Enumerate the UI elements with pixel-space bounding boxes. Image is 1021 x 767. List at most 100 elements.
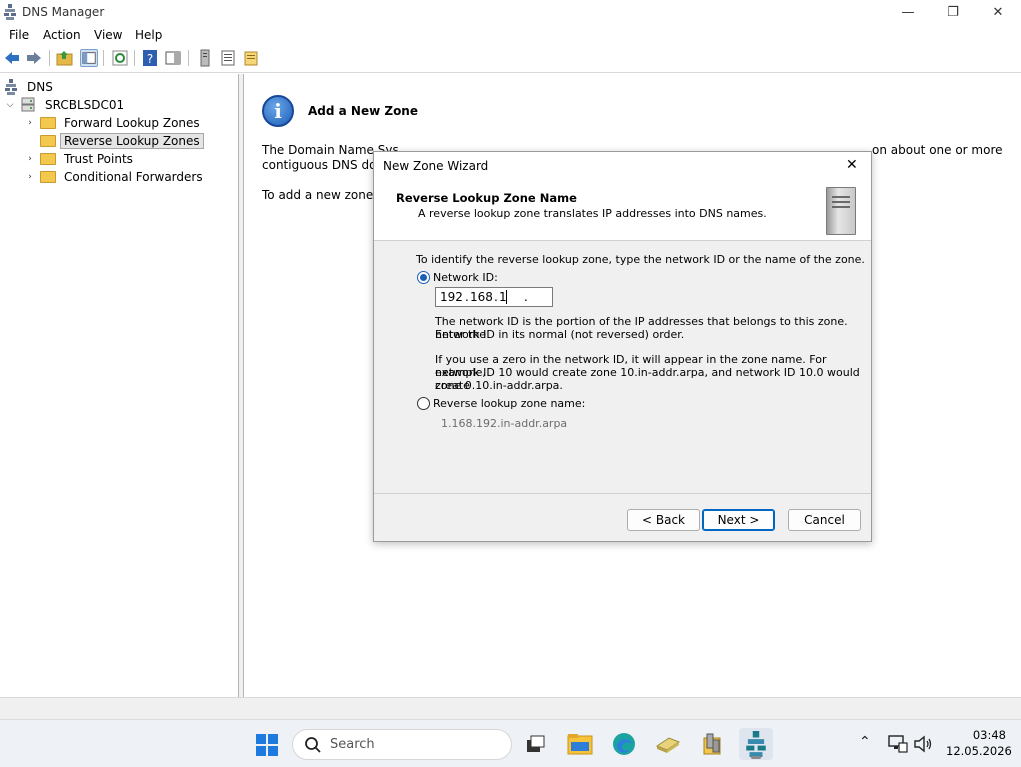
restore-button[interactable]: ❐	[930, 0, 976, 25]
refresh-icon[interactable]	[111, 49, 129, 67]
properties-icon[interactable]	[242, 49, 260, 67]
zone-name-radio[interactable]	[417, 397, 430, 410]
edge-browser-button[interactable]	[607, 728, 641, 760]
up-folder-icon[interactable]	[56, 49, 74, 67]
tree-item-server[interactable]: ⌵ SRCBLSDC01	[4, 96, 127, 114]
system-clock[interactable]: 03:48 12.05.2026	[946, 728, 1012, 758]
server-icon	[21, 97, 35, 112]
text-cursor	[506, 290, 507, 304]
network-id-label: Network ID:	[433, 271, 498, 284]
expand-chevron-down-icon[interactable]: ⌵	[4, 99, 16, 111]
back-arrow-icon[interactable]	[3, 49, 21, 67]
tree-item-reverse-lookup-zones[interactable]: Reverse Lookup Zones	[40, 132, 204, 150]
new-zone-wizard-dialog: New Zone Wizard ✕ Reverse Lookup Zone Na…	[373, 151, 872, 542]
admin-tools-button[interactable]	[695, 728, 729, 760]
tree-item-trust-points[interactable]: › Trust Points	[24, 150, 136, 168]
page-title: Add a New Zone	[308, 104, 418, 118]
dns-manager-icon	[746, 731, 766, 757]
back-button[interactable]: < Back	[627, 509, 700, 531]
administrative-tools-icon	[703, 733, 721, 755]
search-placeholder: Search	[330, 737, 375, 752]
next-button[interactable]: Next >	[702, 509, 775, 531]
close-button[interactable]: ✕	[975, 0, 1021, 25]
octet-separator: .	[465, 290, 469, 304]
tree-label: Trust Points	[64, 152, 133, 166]
zone-name-radio-option[interactable]: Reverse lookup zone name:	[417, 397, 585, 410]
toolbar-separator	[134, 50, 135, 66]
console-tree: DNS ⌵ SRCBLSDC01 › Forward Lookup Zones …	[0, 74, 239, 697]
wizard-body: To identify the reverse lookup zone, typ…	[374, 242, 871, 494]
expand-chevron-right-icon[interactable]: ›	[24, 117, 36, 129]
dns-manager-taskbar-button[interactable]	[739, 728, 773, 760]
tree-label-selected: Reverse Lookup Zones	[60, 133, 204, 149]
menu-help[interactable]: Help	[135, 28, 162, 42]
octet-separator: .	[524, 290, 528, 304]
tree-item-forward-lookup-zones[interactable]: › Forward Lookup Zones	[24, 114, 203, 132]
server-tower-icon	[826, 187, 856, 235]
search-icon	[305, 736, 321, 753]
wizard-page-subtitle: A reverse lookup zone translates IP addr…	[418, 207, 767, 220]
task-view-icon	[527, 735, 545, 752]
network-icon[interactable]	[888, 735, 908, 753]
expand-chevron-right-icon[interactable]: ›	[24, 153, 36, 165]
volume-icon[interactable]	[913, 735, 933, 753]
help-text-line: network ID in its normal (not reversed) …	[435, 328, 685, 341]
list-view-icon[interactable]	[219, 49, 237, 67]
tree-label: DNS	[27, 80, 53, 94]
zone-name-field[interactable]: 1.168.192.in-addr.arpa	[441, 417, 567, 430]
tree-label: Forward Lookup Zones	[64, 116, 200, 130]
help-icon[interactable]: ?	[141, 49, 159, 67]
toolbar-separator	[49, 50, 50, 66]
server-manager-button[interactable]	[651, 728, 685, 760]
folder-icon	[40, 171, 56, 183]
status-bar	[0, 697, 1021, 719]
expand-chevron-right-icon[interactable]: ›	[24, 171, 36, 183]
server-icon[interactable]	[196, 49, 214, 67]
menu-file[interactable]: File	[9, 28, 29, 42]
cancel-button[interactable]: Cancel	[788, 509, 861, 531]
toolbar: ?	[0, 45, 1021, 73]
dialog-close-icon[interactable]: ✕	[846, 157, 858, 173]
windows-start-icon[interactable]	[256, 734, 278, 756]
show-hide-console-tree-icon[interactable]	[80, 49, 98, 67]
tree-item-conditional-forwarders[interactable]: › Conditional Forwarders	[24, 168, 206, 186]
octet-2[interactable]: 168	[470, 290, 493, 304]
zone-name-label: Reverse lookup zone name:	[433, 397, 586, 410]
forward-arrow-icon[interactable]	[25, 49, 43, 67]
dns-manager-icon	[4, 4, 16, 20]
show-hidden-icons-chevron-icon[interactable]: ⌃	[859, 734, 871, 750]
menu-bar: File Action View Help	[0, 25, 1021, 45]
toolbar-separator	[103, 50, 104, 66]
folder-icon	[40, 117, 56, 129]
close-icon: ✕	[992, 5, 1004, 20]
server-manager-icon	[655, 737, 681, 753]
octet-separator: .	[494, 290, 498, 304]
clock-date: 12.05.2026	[946, 744, 1012, 758]
folder-icon	[40, 135, 56, 147]
file-explorer-button[interactable]	[563, 728, 597, 760]
intro-label: To identify the reverse lookup zone, typ…	[416, 253, 865, 266]
menu-view[interactable]: View	[94, 28, 122, 42]
help-text-line: zone 0.10.in-addr.arpa.	[435, 379, 563, 392]
dns-icon	[5, 79, 17, 95]
restore-icon: ❐	[947, 5, 959, 20]
taskbar: Search ⌃ 03:48 12.05.2026	[0, 719, 1021, 767]
action-pane-icon[interactable]	[164, 49, 182, 67]
network-id-radio-option[interactable]: Network ID:	[417, 271, 498, 284]
menu-action[interactable]: Action	[43, 28, 81, 42]
network-id-input[interactable]: 192 . 168 . 1 .	[435, 287, 553, 307]
taskbar-search-box[interactable]: Search	[292, 729, 512, 760]
file-explorer-icon	[567, 734, 593, 755]
wizard-page-title: Reverse Lookup Zone Name	[396, 191, 577, 205]
tree-item-dns[interactable]: DNS	[4, 78, 56, 96]
toolbar-separator	[188, 50, 189, 66]
task-view-button[interactable]	[519, 728, 553, 760]
network-id-radio[interactable]	[417, 271, 430, 284]
minimize-icon: —	[901, 5, 915, 20]
minimize-button[interactable]: —	[885, 0, 931, 25]
svg-text:?: ?	[147, 52, 153, 66]
octet-1[interactable]: 192	[440, 290, 463, 304]
window-title: DNS Manager	[22, 5, 105, 19]
title-bar: DNS Manager — ❐ ✕	[0, 0, 1021, 25]
intro-text-line1b: on about one or more	[872, 143, 1003, 157]
